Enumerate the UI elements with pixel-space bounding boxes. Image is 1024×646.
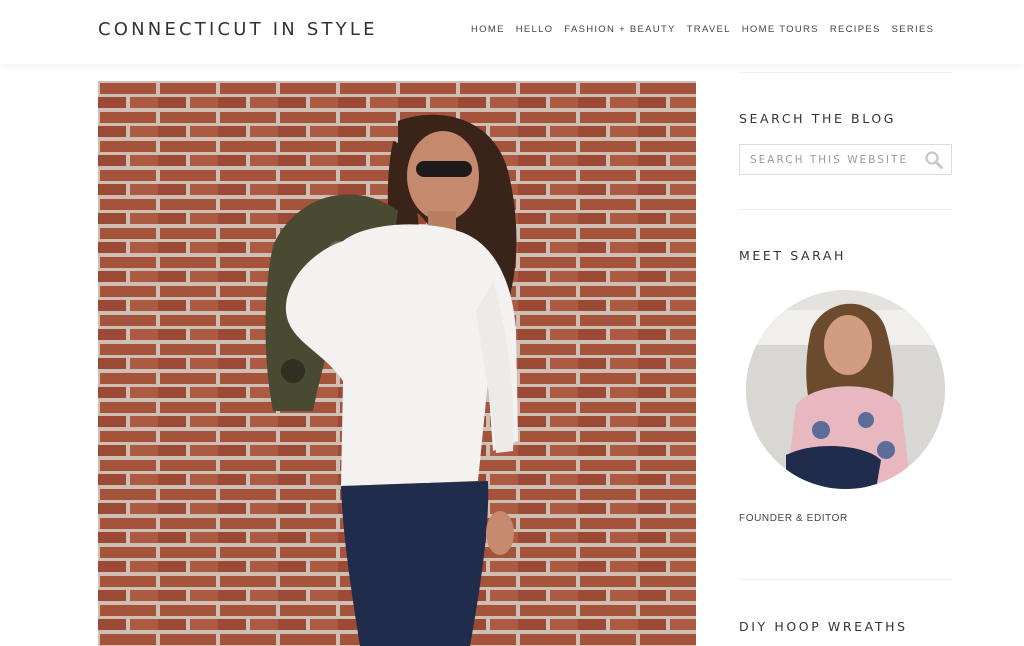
nav-home[interactable]: HOME [471, 24, 505, 35]
nav-home-tours[interactable]: HOME TOURS [742, 24, 819, 35]
brick-wall-photo [98, 81, 696, 646]
nav-series[interactable]: SERIES [892, 24, 935, 35]
main-nav: HOME HELLO FASHION + BEAUTY TRAVEL HOME … [471, 24, 934, 35]
portrait-photo [746, 290, 945, 489]
nav-travel[interactable]: TRAVEL [687, 24, 731, 35]
search-widget-title: SEARCH THE BLOG [739, 111, 897, 126]
nav-recipes[interactable]: RECIPES [830, 24, 881, 35]
search-form [739, 144, 952, 175]
divider [739, 579, 952, 580]
search-input[interactable] [740, 145, 930, 174]
site-header: CONNECTICUT IN STYLE HOME HELLO FASHION … [0, 0, 1024, 64]
site-title[interactable]: CONNECTICUT IN STYLE [98, 19, 378, 40]
founder-caption: FOUNDER & EDITOR [739, 513, 848, 524]
nav-fashion-beauty[interactable]: FASHION + BEAUTY [564, 24, 675, 35]
avatar-sarah[interactable] [746, 290, 945, 489]
hero-photo[interactable] [98, 81, 696, 646]
diy-widget-title: DIY HOOP WREATHS [739, 619, 908, 634]
divider [739, 209, 952, 210]
divider [739, 72, 952, 73]
meet-widget-title: MEET SARAH [739, 248, 847, 263]
nav-hello[interactable]: HELLO [516, 24, 554, 35]
search-icon[interactable] [925, 151, 943, 169]
